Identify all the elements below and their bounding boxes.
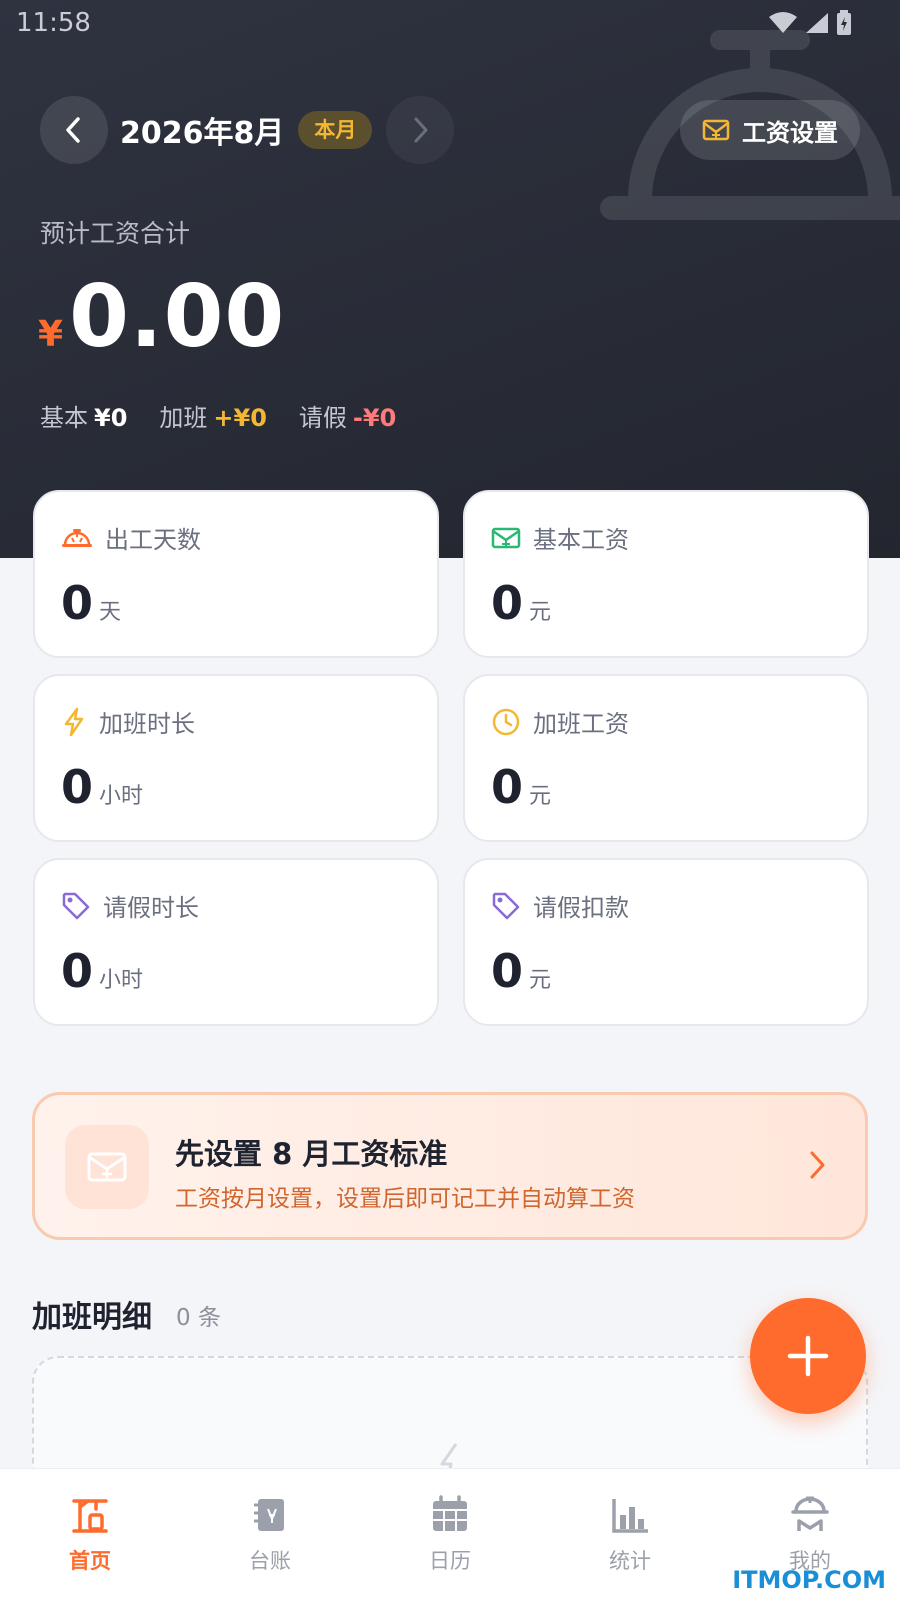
plus-icon (787, 1335, 829, 1377)
worker-icon (791, 1496, 829, 1531)
helmet-icon (62, 528, 92, 547)
envelope-icon (491, 527, 521, 548)
stat-unit: 元 (529, 784, 552, 809)
stat-card-overtime-pay[interactable]: 加班工资 0 元 (463, 674, 869, 842)
ledger-icon (254, 1499, 284, 1531)
stat-card-overtime-hours[interactable]: 加班时长 0 小时 (33, 674, 439, 842)
stat-card-leave-hours[interactable]: 请假时长 0 小时 (33, 858, 439, 1026)
overtime-section-title: 加班明细 (32, 1300, 152, 1335)
month-title: 2026年8月 (120, 116, 285, 151)
calendar-icon (433, 1495, 467, 1531)
total-salary: ¥ 0.00 (38, 272, 285, 362)
bar-chart-icon (612, 1499, 648, 1533)
tag-icon (492, 892, 520, 919)
tab-ledger[interactable]: 台账 (180, 1469, 360, 1600)
stat-value: 0 (491, 576, 524, 630)
stat-value: 0 (61, 576, 94, 630)
tab-statistics[interactable]: 统计 (540, 1469, 720, 1600)
battery-icon (837, 10, 851, 35)
tab-label: 日历 (429, 1549, 471, 1573)
stat-unit: 元 (529, 968, 552, 993)
banner-subtitle: 工资按月设置，设置后即可记工并自动算工资 (175, 1186, 635, 1212)
envelope-icon (87, 1152, 127, 1182)
stat-value: 0 (61, 760, 94, 814)
month-navigator: 2026年8月 本月 (40, 96, 455, 164)
prev-month-button[interactable] (40, 96, 108, 164)
tab-label: 台账 (249, 1549, 291, 1573)
stat-label: 基本工资 (533, 526, 629, 554)
stat-unit: 天 (99, 600, 122, 625)
signal-icon (806, 13, 828, 33)
leave-amount: -¥0 (352, 404, 397, 432)
lightning-icon (64, 707, 84, 736)
stat-value: 0 (491, 944, 524, 998)
stat-label: 加班时长 (99, 710, 195, 738)
stat-card-work-days[interactable]: 出工天数 0 天 (33, 490, 439, 658)
chevron-right-icon (810, 1151, 825, 1179)
salary-settings-label: 工资设置 (742, 118, 838, 147)
currency-symbol: ¥ (38, 314, 64, 355)
stat-card-base-salary[interactable]: 基本工资 0 元 (463, 490, 869, 658)
stat-card-leave-deduction[interactable]: 请假扣款 0 元 (463, 858, 869, 1026)
status-bar: 11:58 (0, 0, 900, 52)
overtime-amount: +¥0 (213, 404, 267, 432)
chevron-left-icon (66, 117, 80, 143)
stat-label: 请假时长 (103, 894, 199, 922)
chevron-right-icon (414, 117, 428, 143)
site-watermark: ITMOP.COM (732, 1566, 886, 1594)
tab-label: 首页 (69, 1549, 111, 1573)
stat-label: 请假扣款 (533, 894, 629, 922)
stat-label: 出工天数 (105, 526, 201, 554)
status-time: 11:58 (16, 8, 91, 38)
clock-icon (492, 708, 520, 735)
banner-title: 先设置 8 月工资标准 (175, 1137, 448, 1171)
base-amount: ¥0 (94, 404, 128, 432)
total-salary-value: 0.00 (69, 267, 286, 367)
salary-settings-button[interactable]: 工资设置 (680, 100, 860, 160)
tab-label: 统计 (609, 1549, 651, 1573)
tag-icon (62, 892, 90, 919)
setup-salary-banner[interactable]: 先设置 8 月工资标准 工资按月设置，设置后即可记工并自动算工资 (32, 1092, 868, 1240)
summary-header: 11:58 2026年8月 本月 工资设置 预计工资合计 ¥ 0.00 基本 ¥0… (0, 0, 900, 558)
stat-value: 0 (491, 760, 524, 814)
base-breakdown: 基本 ¥0 (40, 404, 128, 432)
add-record-button[interactable] (750, 1298, 866, 1414)
overtime-count: 0 条 (176, 1305, 221, 1331)
stat-unit: 元 (529, 600, 552, 625)
stat-value: 0 (61, 944, 94, 998)
tab-calendar[interactable]: 日历 (360, 1469, 540, 1600)
stat-unit: 小时 (99, 784, 144, 809)
tab-home[interactable]: 首页 (0, 1469, 180, 1600)
crane-icon (72, 1499, 108, 1533)
salary-breakdown: 基本 ¥0 加班 +¥0 请假 -¥0 (40, 398, 396, 433)
wifi-icon (769, 12, 797, 33)
stat-label: 加班工资 (533, 710, 629, 738)
overtime-breakdown: 加班 +¥0 (159, 404, 267, 432)
total-salary-label: 预计工资合计 (40, 219, 191, 248)
next-month-button[interactable] (386, 96, 455, 164)
stat-unit: 小时 (99, 968, 144, 993)
envelope-icon (702, 119, 730, 141)
current-month-badge: 本月 (298, 111, 373, 149)
leave-breakdown: 请假 -¥0 (298, 404, 397, 432)
